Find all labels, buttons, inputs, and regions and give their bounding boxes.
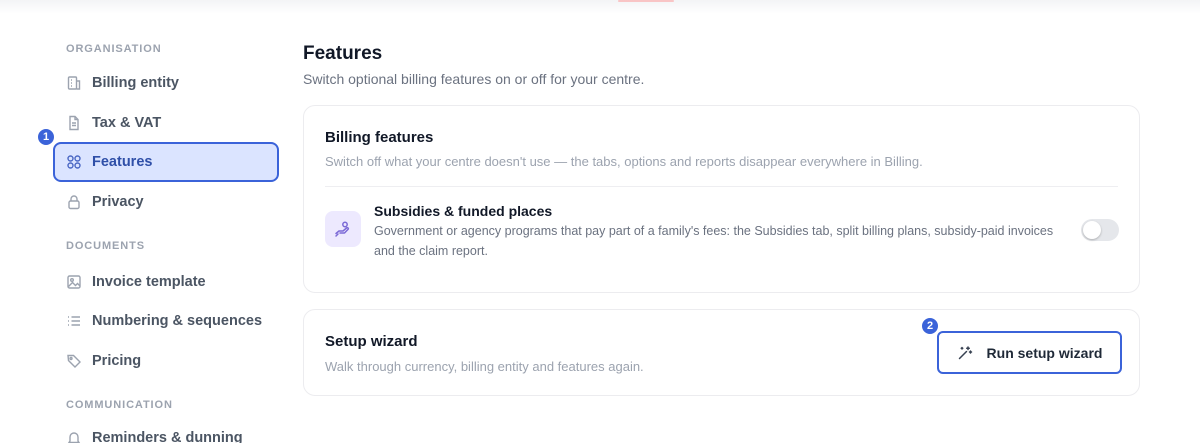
sidebar-item-features[interactable]: Features xyxy=(53,142,279,182)
list-icon xyxy=(66,313,82,329)
magic-wand-icon xyxy=(957,345,973,361)
setup-wizard-card: Setup wizard Walk through currency, bill… xyxy=(303,309,1140,396)
card-description: Switch off what your centre doesn't use … xyxy=(325,154,923,169)
settings-sidebar: ORGANISATION Billing entity Tax & VAT Fe… xyxy=(0,0,290,443)
card-title: Setup wizard xyxy=(325,333,418,350)
sidebar-item-label: Features xyxy=(92,154,153,170)
file-text-icon xyxy=(66,115,82,131)
sidebar-item-pricing[interactable]: Pricing xyxy=(53,341,279,381)
sidebar-item-tax-vat[interactable]: Tax & VAT xyxy=(53,103,279,143)
sidebar-item-reminders-dunning[interactable]: Reminders & dunning xyxy=(53,430,279,443)
tag-icon xyxy=(66,353,82,369)
page-title: Features xyxy=(303,43,383,64)
hand-coins-icon xyxy=(325,211,361,247)
sidebar-item-billing-entity[interactable]: Billing entity xyxy=(53,63,279,103)
card-description: Walk through currency, billing entity an… xyxy=(325,359,644,374)
top-accent-bar xyxy=(618,0,674,2)
card-divider xyxy=(325,186,1118,187)
grid-icon xyxy=(66,154,82,170)
lock-icon xyxy=(66,194,82,210)
run-setup-wizard-button[interactable]: Run setup wizard xyxy=(937,331,1122,374)
sidebar-item-label: Numbering & sequences xyxy=(92,313,263,329)
section-label-organisation: ORGANISATION xyxy=(66,43,162,55)
billing-features-card: Billing features Switch off what your ce… xyxy=(303,105,1140,293)
feature-description: Government or agency programs that pay p… xyxy=(374,224,1054,258)
card-title: Billing features xyxy=(325,129,434,146)
sidebar-item-label: Tax & VAT xyxy=(92,115,162,131)
page-subtitle: Switch optional billing features on or o… xyxy=(303,71,645,87)
sidebar-item-label: Pricing xyxy=(92,353,142,369)
sidebar-item-privacy[interactable]: Privacy xyxy=(53,182,279,222)
toggle-knob xyxy=(1083,221,1101,239)
feature-title: Subsidies & funded places xyxy=(374,203,553,219)
sidebar-item-label: Billing entity xyxy=(92,75,179,91)
section-label-communication: COMMUNICATION xyxy=(66,399,173,411)
annotation-badge-1: 1 xyxy=(37,128,55,146)
building-icon xyxy=(66,75,82,91)
sidebar-item-numbering-sequences[interactable]: Numbering & sequences xyxy=(53,301,279,341)
sidebar-item-label: Privacy xyxy=(92,194,144,210)
bell-icon xyxy=(66,430,82,443)
button-label: Run setup wizard xyxy=(986,344,1103,361)
sidebar-item-invoice-template[interactable]: Invoice template xyxy=(53,262,279,302)
subsidies-toggle[interactable] xyxy=(1081,219,1119,241)
image-icon xyxy=(66,274,82,290)
sidebar-item-label: Invoice template xyxy=(92,274,206,290)
section-label-documents: DOCUMENTS xyxy=(66,240,145,252)
sidebar-item-label: Reminders & dunning xyxy=(92,430,243,443)
annotation-badge-2: 2 xyxy=(921,317,939,335)
